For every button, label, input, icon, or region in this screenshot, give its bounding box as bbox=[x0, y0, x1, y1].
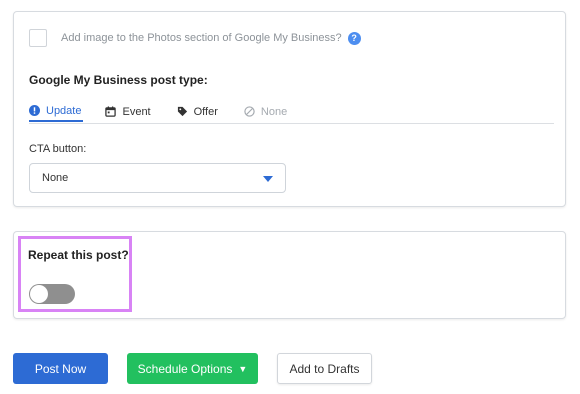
tab-update-label: Update bbox=[46, 104, 82, 117]
calendar-icon bbox=[105, 106, 117, 117]
photos-option-row: Add image to the Photos section of Googl… bbox=[29, 28, 361, 48]
tab-none-label: None bbox=[260, 105, 288, 118]
toggle-knob bbox=[30, 285, 48, 303]
tab-update[interactable]: Update bbox=[29, 101, 84, 122]
schedule-options-label: Schedule Options bbox=[137, 361, 233, 376]
repeat-toggle[interactable] bbox=[29, 284, 75, 304]
cta-select[interactable]: None bbox=[29, 163, 286, 193]
tab-none[interactable]: None bbox=[240, 101, 291, 122]
tag-icon bbox=[177, 106, 187, 117]
photos-checkbox[interactable] bbox=[29, 29, 47, 47]
post-type-tabs: Update Event Offer None bbox=[29, 101, 554, 124]
repeat-label: Repeat this post? bbox=[28, 248, 129, 262]
caret-down-icon bbox=[263, 176, 273, 182]
photos-label: Add image to the Photos section of Googl… bbox=[61, 32, 342, 44]
info-circle-icon bbox=[29, 105, 40, 116]
tab-event-label: Event bbox=[122, 105, 151, 118]
tab-offer-label: Offer bbox=[193, 105, 218, 118]
question-circle-icon[interactable]: ? bbox=[347, 31, 361, 45]
add-to-drafts-label: Add to Drafts bbox=[289, 361, 360, 376]
post-now-label: Post Now bbox=[34, 361, 87, 376]
chevron-down-icon: ▼ bbox=[238, 363, 248, 374]
schedule-options-button[interactable]: Schedule Options ▼ bbox=[127, 353, 258, 384]
post-now-button[interactable]: Post Now bbox=[13, 353, 108, 384]
tab-offer[interactable]: Offer bbox=[173, 101, 222, 122]
ban-icon bbox=[244, 106, 255, 117]
add-to-drafts-button[interactable]: Add to Drafts bbox=[277, 353, 372, 384]
cta-selected-value: None bbox=[42, 172, 69, 184]
tab-event[interactable]: Event bbox=[101, 101, 154, 122]
post-settings-card: Add image to the Photos section of Googl… bbox=[13, 11, 566, 207]
cta-label: CTA button: bbox=[29, 143, 87, 155]
post-type-title: Google My Business post type: bbox=[29, 73, 208, 87]
